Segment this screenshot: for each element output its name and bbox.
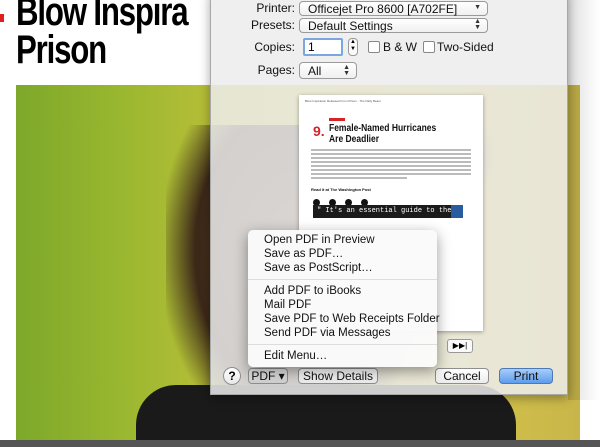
updown-icon: ▲ ▼: [474, 18, 481, 31]
two-sided-label: Two-Sided: [437, 40, 494, 54]
preview-read-link: Read it at The Washington Post: [311, 187, 371, 192]
printer-label: Printer:: [256, 1, 295, 15]
updown-icon: ▲ ▼: [343, 64, 350, 77]
two-sided-checkbox[interactable]: [423, 41, 435, 53]
presets-value: Default Settings: [308, 19, 393, 33]
last-page-button[interactable]: ▶▶|: [447, 339, 473, 353]
preview-header: Blow Inspiration Released From Prison - …: [305, 99, 381, 103]
preview-ad-banner: " It's an essential guide to the 60s. ": [313, 205, 481, 218]
copies-input[interactable]: 1: [303, 38, 343, 56]
show-details-button[interactable]: Show Details: [298, 368, 378, 384]
menu-item-send-via-messages[interactable]: Send PDF via Messages: [248, 326, 437, 340]
preview-body-text: [311, 149, 471, 181]
menu-item-save-as-postscript[interactable]: Save as PostScript…: [248, 261, 437, 275]
window-shadow: [568, 0, 600, 400]
preview-title: Female-Named Hurricanes Are Deadlier: [329, 123, 437, 145]
help-button[interactable]: ?: [223, 367, 241, 385]
chevron-down-icon: ▼: [474, 4, 481, 11]
red-accent-mark: [0, 14, 4, 22]
presets-select[interactable]: Default Settings ▲ ▼: [299, 18, 488, 33]
presets-label: Presets:: [250, 18, 295, 32]
printer-select[interactable]: Officejet Pro 8600 [A702FE] ▼: [299, 1, 488, 16]
menu-item-save-as-pdf[interactable]: Save as PDF…: [248, 247, 437, 261]
cancel-button[interactable]: Cancel: [435, 368, 489, 384]
copies-label: Copies:: [254, 40, 295, 54]
pdf-dropdown-menu: Open PDF in Preview Save as PDF… Save as…: [248, 230, 440, 367]
pages-select[interactable]: All ▲ ▼: [299, 62, 357, 79]
menu-separator: [248, 344, 437, 345]
menu-item-open-in-preview[interactable]: Open PDF in Preview: [248, 233, 437, 247]
copies-stepper[interactable]: ▲ ▼: [348, 38, 358, 56]
printer-value: Officejet Pro 8600 [A702FE]: [308, 2, 458, 16]
bottom-bar: [0, 440, 600, 447]
menu-item-edit-menu[interactable]: Edit Menu…: [248, 349, 437, 363]
menu-item-add-to-ibooks[interactable]: Add PDF to iBooks: [248, 284, 437, 298]
preview-tag: [329, 118, 345, 121]
menu-separator: [248, 279, 437, 280]
menu-item-save-to-web-receipts[interactable]: Save PDF to Web Receipts Folder: [248, 312, 440, 326]
bw-checkbox[interactable]: [368, 41, 380, 53]
menu-item-mail-pdf[interactable]: Mail PDF: [248, 298, 437, 312]
pages-label: Pages:: [257, 63, 295, 77]
article-headline-line2: Prison: [16, 28, 107, 72]
pages-value: All: [308, 64, 322, 78]
bw-label: B & W: [383, 40, 418, 54]
print-button[interactable]: Print: [499, 368, 553, 384]
preview-number: 9.: [313, 123, 325, 139]
pdf-menu-button[interactable]: PDF ▾: [248, 368, 288, 384]
